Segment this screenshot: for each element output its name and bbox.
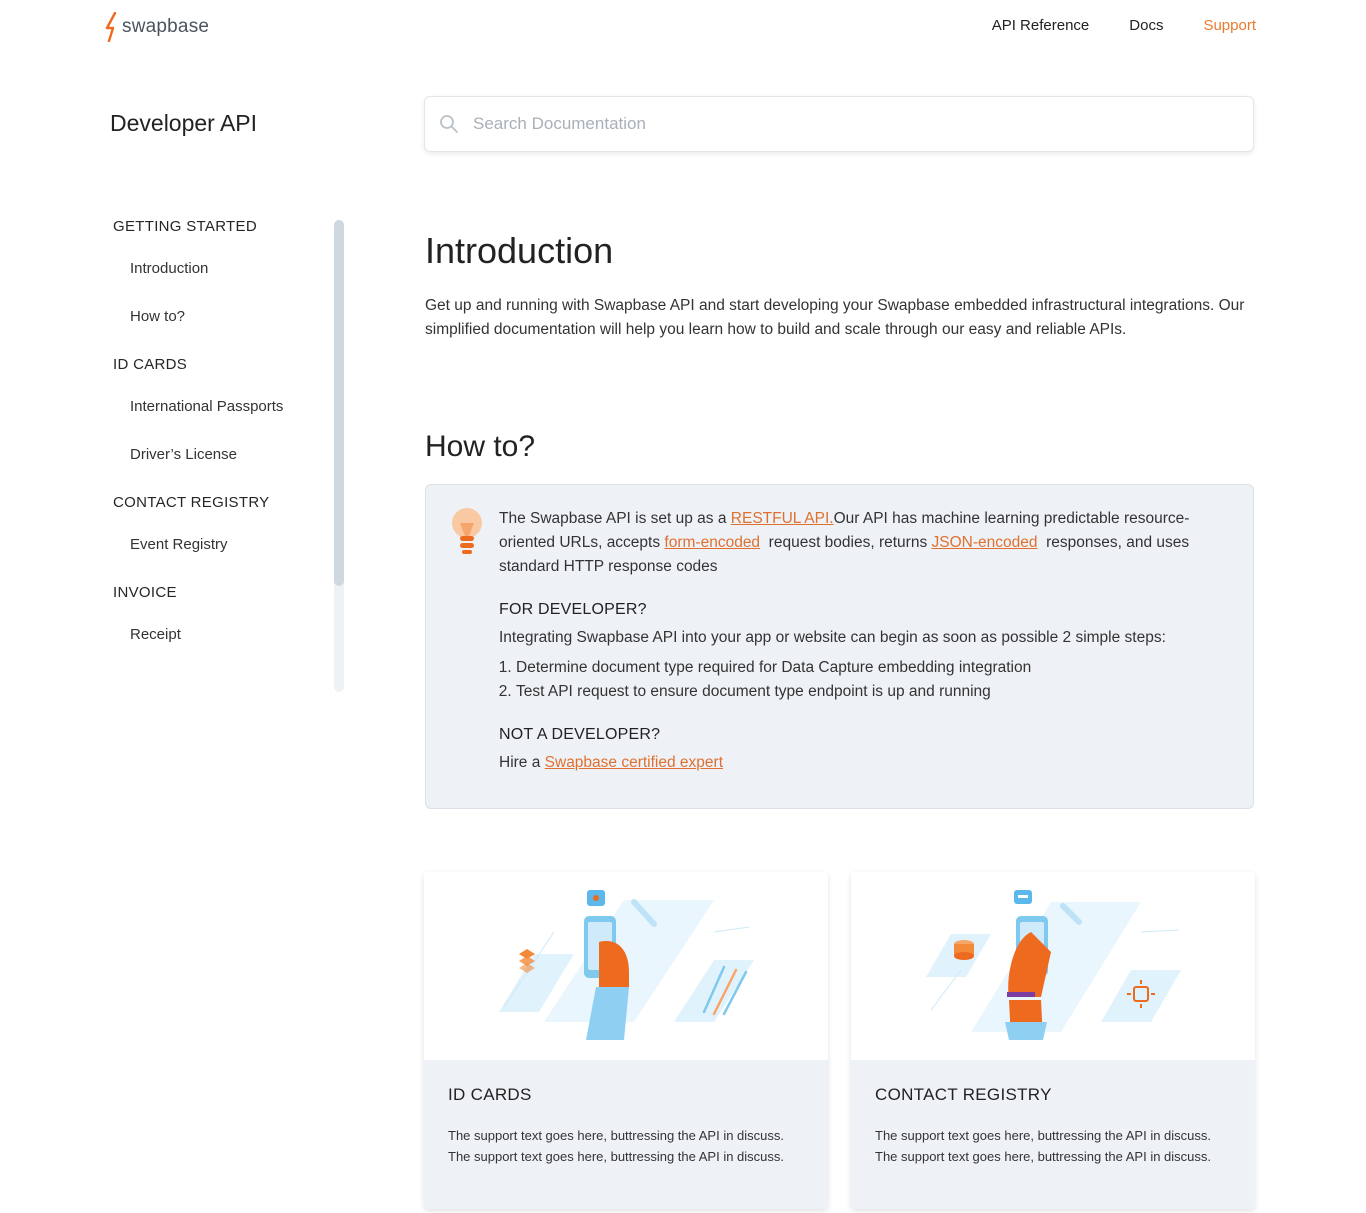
sidebar-group-id-cards: ID CARDS International Passports Driver’… (113, 356, 313, 464)
sidebar-scrollbar[interactable] (334, 220, 344, 692)
sidebar-item-international-passports[interactable]: International Passports (113, 398, 313, 416)
restful-api-link[interactable]: RESTFUL API. (731, 510, 834, 527)
phone-hand-illustration (499, 890, 754, 1040)
introduction-heading: Introduction (425, 230, 614, 271)
sidebar-heading: INVOICE (113, 584, 177, 601)
bolt-logo-icon (105, 12, 117, 42)
how-to-callout: The Swapbase API is set up as a RESTFUL … (425, 484, 1254, 809)
main-content: Introduction Get up and running with Swa… (425, 230, 1255, 809)
sidebar-item-receipt[interactable]: Receipt (113, 626, 313, 644)
card-contact-registry[interactable]: CONTACT REGISTRY The support text goes h… (851, 872, 1255, 1209)
card-body: ID CARDS The support text goes here, but… (424, 1060, 828, 1209)
list-item: Test API request to ensure document type… (516, 680, 1223, 704)
lightbulb-icon (452, 508, 482, 554)
api-description-part: The Swapbase API is set up as a (499, 510, 731, 527)
certified-expert-link[interactable]: Swapbase certified expert (545, 754, 723, 771)
sidebar-item-introduction[interactable]: Introduction (113, 260, 313, 278)
sidebar: GETTING STARTED Introduction How to? ID … (113, 218, 313, 674)
sidebar-scrollbar-thumb[interactable] (334, 220, 344, 586)
search-icon (440, 115, 458, 133)
not-a-developer-text: Hire a Swapbase certified expert (499, 751, 1223, 775)
card-id-cards[interactable]: ID CARDS The support text goes here, but… (424, 872, 828, 1209)
json-encoded-link[interactable]: JSON-encoded (932, 534, 1038, 551)
sidebar-item-event-registry[interactable]: Event Registry (113, 536, 313, 554)
nav-docs[interactable]: Docs (1129, 17, 1163, 34)
nav-support[interactable]: Support (1203, 17, 1256, 34)
how-to-heading: How to? (425, 430, 536, 463)
search-input[interactable] (473, 114, 1173, 134)
api-description: The Swapbase API is set up as a RESTFUL … (499, 507, 1223, 579)
contact-registry-illustration (851, 872, 1255, 1060)
card-title: CONTACT REGISTRY (875, 1085, 1052, 1104)
hire-text: Hire a (499, 754, 545, 771)
api-description-part: request bodies, returns (760, 534, 932, 551)
for-developer-text: Integrating Swapbase API into your app o… (499, 629, 1166, 646)
sidebar-heading: CONTACT REGISTRY (113, 494, 270, 511)
card-text: The support text goes here, buttressing … (448, 1128, 785, 1164)
sidebar-group-contact-registry: CONTACT REGISTRY Event Registry (113, 494, 313, 554)
id-cards-illustration (424, 872, 828, 1060)
introduction-section: Introduction Get up and running with Swa… (425, 230, 1255, 342)
nav-api-reference[interactable]: API Reference (992, 17, 1090, 34)
brand-logo[interactable]: swapbase (104, 12, 209, 42)
card-text: The support text goes here, buttressing … (875, 1128, 1212, 1164)
search-box[interactable] (424, 96, 1254, 152)
form-encoded-link[interactable]: form-encoded (664, 534, 760, 551)
sidebar-group-invoice: INVOICE Receipt (113, 584, 313, 644)
not-a-developer-heading: NOT A DEVELOPER? (499, 726, 661, 743)
list-item: Determine document type required for Dat… (516, 656, 1223, 680)
top-nav: API Reference Docs Support (992, 17, 1256, 34)
card-title: ID CARDS (448, 1085, 532, 1104)
card-body: CONTACT REGISTRY The support text goes h… (851, 1060, 1255, 1209)
sidebar-group-getting-started: GETTING STARTED Introduction How to? (113, 218, 313, 326)
sidebar-heading: ID CARDS (113, 356, 188, 373)
phone-hand-illustration (926, 890, 1181, 1040)
developer-steps-list: Determine document type required for Dat… (499, 656, 1223, 704)
introduction-text: Get up and running with Swapbase API and… (425, 297, 1245, 338)
sidebar-item-how-to[interactable]: How to? (113, 308, 313, 326)
for-developer-heading: FOR DEVELOPER? (499, 601, 647, 618)
category-cards: ID CARDS The support text goes here, but… (424, 872, 1255, 1209)
sidebar-heading: GETTING STARTED (113, 218, 257, 235)
sidebar-title: Developer API (110, 110, 258, 136)
logo-text: swapbase (122, 16, 210, 37)
sidebar-item-drivers-license[interactable]: Driver’s License (113, 446, 313, 464)
